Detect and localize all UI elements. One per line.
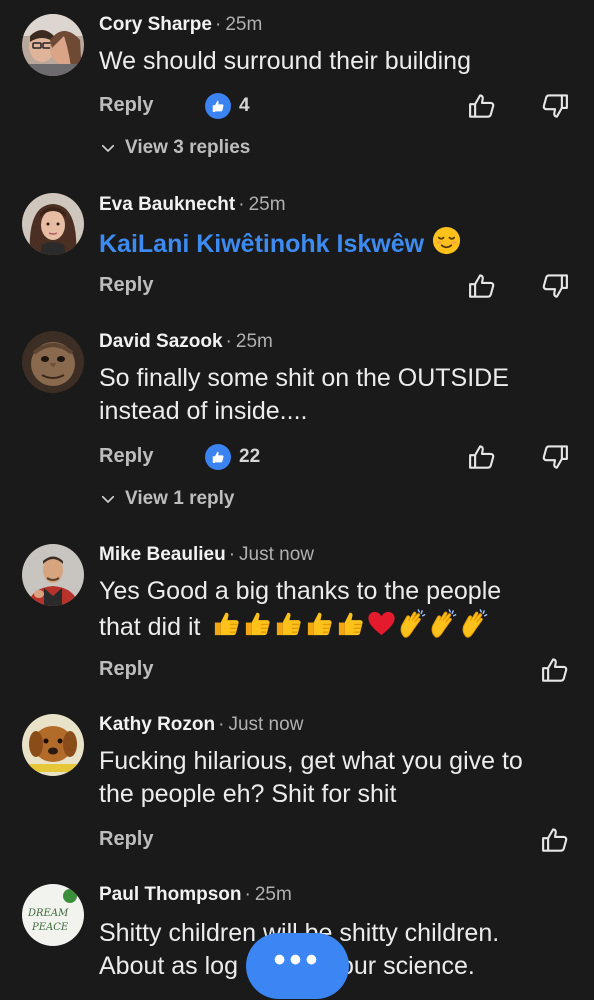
comment-item: David Sazook · 25m So finally some shit on… [0,320,594,535]
avatar[interactable] [22,331,84,393]
like-count-badge: 22 [205,444,260,470]
comment-meta: David Sazook · 25m [99,331,273,352]
comment-meta: Cory Sharpe · 25m [99,14,263,35]
chevron-down-icon [99,139,117,157]
thumbs-up-icon [335,608,366,639]
red-heart-icon [366,608,397,639]
thumbs-up-icon [211,608,242,639]
more-options-button[interactable]: ••• [246,933,349,999]
author-name[interactable]: Kathy Rozon [99,714,215,735]
comment-item: Kathy Rozon · Just now Fucking hilarious, … [0,705,594,875]
timestamp: Just now [239,544,315,565]
author-name[interactable]: Mike Beaulieu [99,544,226,565]
dislike-button[interactable] [540,271,570,301]
like-button[interactable] [540,655,570,685]
creature-photo-icon [22,331,84,393]
avatar[interactable] [22,193,84,255]
like-button[interactable] [467,91,497,121]
thumbs-up-icon [540,655,570,685]
comment-meta: Paul Thompson · 25m [99,884,292,905]
timestamp: 25m [235,331,273,352]
couple-photo-icon [22,14,84,76]
avatar[interactable] [22,714,84,776]
like-count-badge: 4 [205,93,250,119]
thumbs-up-icon [540,825,570,855]
man-photo-icon [22,544,84,606]
comment-text: Yes Good a big thanks to the people that… [99,577,502,641]
avatar[interactable]: DREAM PEACE [22,884,84,946]
comment-item: Mike Beaulieu · Just now Yes Good a big th… [0,535,594,705]
comment-text: So finally some shit on the OUTSIDE inst… [99,364,509,425]
reply-button[interactable]: Reply [99,274,153,297]
reply-button[interactable]: Reply [99,94,153,117]
woman-photo-icon [22,193,84,255]
timestamp: Just now [228,714,304,735]
comment-item: Cory Sharpe · 25m We should surround their… [0,0,594,180]
like-icon [205,93,231,119]
author-name[interactable]: Paul Thompson [99,884,242,905]
dislike-button[interactable] [540,91,570,121]
author-name[interactable]: David Sazook [99,331,223,352]
thumbs-up-icon [242,608,273,639]
author-name[interactable]: Eva Bauknecht [99,194,235,215]
svg-text:DREAM: DREAM [27,908,69,919]
clapping-hands-icon [428,608,459,639]
timestamp: 25m [254,884,292,905]
thumbs-down-icon [540,442,570,472]
like-button[interactable] [467,442,497,472]
comment-meta: Kathy Rozon · Just now [99,714,304,735]
dog-photo-icon [22,714,84,776]
like-button[interactable] [467,271,497,301]
reply-button[interactable]: Reply [99,658,153,681]
thumbs-up-icon [273,608,304,639]
comment-meta: Eva Bauknecht · 25m [99,194,286,215]
comment-text: KaiLani Kiwêtinohk Iskwêw [99,225,569,261]
relieved-face-icon [431,225,462,256]
svg-text:PEACE: PEACE [31,922,69,933]
clapping-hands-icon [459,608,490,639]
author-name[interactable]: Cory Sharpe [99,14,212,35]
like-count: 22 [239,446,261,467]
more-icon: ••• [273,941,322,979]
thumbs-up-icon [467,271,497,301]
reply-button[interactable]: Reply [99,445,153,468]
timestamp: 25m [248,194,286,215]
dislike-button[interactable] [540,442,570,472]
avatar[interactable] [22,14,84,76]
thumbs-down-icon [540,91,570,121]
avatar[interactable] [22,544,84,606]
comment-meta: Mike Beaulieu · Just now [99,544,315,565]
comment-text: We should surround their building [99,47,471,75]
thumbs-up-icon [467,442,497,472]
dream-peace-photo-icon: DREAM PEACE [22,884,84,946]
like-icon [205,444,231,470]
thumbs-up-icon [467,91,497,121]
comment-text: Fucking hilarious, get what you give to … [99,747,523,808]
like-count: 4 [239,95,250,116]
comment-item: Eva Bauknecht · 25m KaiLani Kiwêtinohk Isk… [0,180,594,320]
timestamp: 25m [225,14,263,35]
thumbs-down-icon [540,271,570,301]
user-mention[interactable]: KaiLani Kiwêtinohk Iskwêw [99,230,424,258]
clapping-hands-icon [397,608,428,639]
like-button[interactable] [540,825,570,855]
reply-button[interactable]: Reply [99,828,153,851]
chevron-down-icon [99,490,117,508]
thumbs-up-icon [304,608,335,639]
view-replies-button[interactable]: View 1 reply [99,488,235,510]
view-replies-button[interactable]: View 3 replies [99,137,250,159]
